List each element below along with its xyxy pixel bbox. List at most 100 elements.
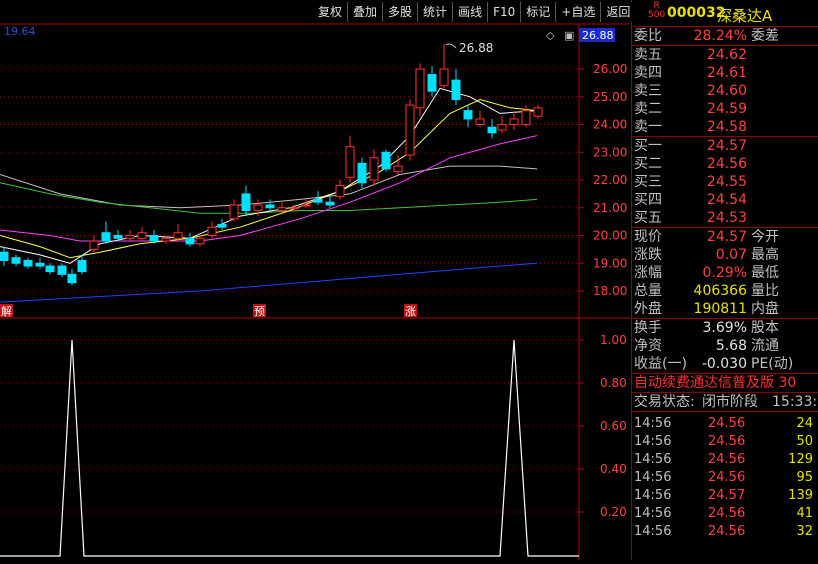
sell-order-label: 卖一 (634, 119, 662, 135)
price-tick-label: 18.00 (593, 284, 627, 298)
toolbar-button-4[interactable]: 画线 (452, 2, 488, 22)
trade-price: 24.56 (708, 416, 746, 431)
stat-row: 涨跌 0.07 最高 (632, 246, 818, 264)
candle-body (161, 237, 171, 242)
quote-panel: R 500 000032 深桑达A 委比 28.24% 委差 卖五 24.62 卖四… (631, 0, 818, 560)
status-time: 15:33:3 (772, 394, 818, 410)
trade-volume: 41 (796, 506, 813, 521)
trade-row[interactable]: 14:56 24.56 129 (632, 451, 818, 469)
toolbar-button-8[interactable]: 返回 (600, 2, 636, 22)
ind-tick-label: 0.20 (600, 505, 627, 519)
trade-time: 14:56 (634, 416, 672, 431)
kline-chart[interactable]: 26.00 25.00 24.00 23.00 22.00 21.00 20.00 19.00… (0, 0, 630, 560)
notice-text[interactable]: 自动续费通达信普及版 30 (632, 374, 818, 392)
candle-body (149, 235, 159, 242)
status-label: 交易状态: (634, 394, 695, 410)
notice-section[interactable]: 自动续费通达信普及版 30 (632, 374, 818, 393)
status-section: 交易状态: 闭市阶段 15:33:3 (632, 393, 818, 412)
candle-body (369, 157, 379, 181)
buy-order-row: 买一 24.57 (632, 137, 818, 155)
stat-label: 总量 (634, 283, 662, 299)
candle-body (265, 204, 275, 209)
marker-label[interactable]: 涨 (405, 305, 416, 318)
scale-toggle-icon[interactable]: ▣ (564, 29, 574, 42)
ind-tick-label: 1.00 (600, 333, 627, 347)
marker-label[interactable]: 解 (1, 304, 12, 318)
toolbar-button-0[interactable]: 复权 (313, 2, 348, 22)
stock-header: R 500 000032 深桑达A (632, 0, 818, 27)
buy-order-price: 24.55 (706, 174, 747, 190)
buy-order-label: 买五 (634, 210, 662, 226)
stats2-section: 换手 3.69% 股本 净资 5.68 流通 收益(一) -0.030 PE(动) (632, 319, 818, 374)
diamond-icon[interactable]: ◇ (546, 29, 555, 42)
stat-value: -0.030 (701, 356, 747, 372)
candle-body (357, 162, 367, 184)
trade-row[interactable]: 14:56 24.56 41 (632, 505, 818, 523)
buy-order-price: 24.53 (706, 210, 747, 226)
candle-body (217, 223, 227, 228)
stat-row: 现价 24.57 今开 (632, 228, 818, 246)
sell-orders: 卖五 24.62 卖四 24.61 卖三 24.60 卖二 24.59 卖一 24.58 (632, 46, 818, 137)
trade-volume: 129 (788, 452, 813, 467)
candle-body (497, 124, 507, 131)
toolbar: 复权 叠加 多股 统计 画线 F10 标记 +自选 返回 (313, 2, 636, 22)
trade-row[interactable]: 14:56 24.56 24 (632, 415, 818, 433)
stat-row: 收益(一) -0.030 PE(动) (632, 355, 818, 373)
candle-body (427, 74, 437, 92)
trade-row[interactable]: 14:56 24.56 32 (632, 523, 818, 541)
trade-row[interactable]: 14:56 24.56 95 (632, 469, 818, 487)
trade-row[interactable]: 14:56 24.57 139 (632, 487, 818, 505)
stat-label: 换手 (634, 320, 662, 336)
price-tick-label: 23.00 (593, 145, 627, 159)
candle-body (89, 240, 99, 250)
toolbar-button-3[interactable]: 统计 (417, 2, 453, 22)
toolbar-button-1[interactable]: 叠加 (347, 2, 383, 22)
candle-body (325, 201, 335, 206)
toolbar-button-5[interactable]: F10 (487, 2, 521, 22)
candle-body (229, 204, 239, 220)
buy-order-price: 24.56 (706, 156, 747, 172)
stats-section: 现价 24.57 今开 涨跌 0.07 最高 涨幅 0.29% 最低 总量 406366 量比 外盘 19… (632, 228, 818, 319)
buy-order-row: 买三 24.55 (632, 173, 818, 191)
candle-body (533, 107, 543, 117)
trade-list[interactable]: 14:56 24.56 24 14:56 24.56 50 14:56 24.56 129 14:… (632, 412, 818, 541)
candle-body (207, 226, 217, 237)
chart-background (0, 24, 630, 560)
candle-body (77, 259, 87, 273)
candle-body (23, 259, 33, 267)
candle-body (301, 204, 311, 207)
candle-body (463, 110, 473, 120)
weibi-row: 委比 28.24% 委差 (632, 27, 818, 45)
trade-row[interactable]: 14:56 24.56 50 (632, 433, 818, 451)
sell-order-label: 卖二 (634, 101, 662, 117)
stat-label2: 股本 (751, 320, 779, 336)
candle-body (381, 151, 391, 170)
toolbar-button-7[interactable]: +自选 (555, 2, 601, 22)
sell-order-row: 卖一 24.58 (632, 118, 818, 136)
chart-area[interactable]: 26.00 25.00 24.00 23.00 22.00 21.00 20.00 19.00… (0, 0, 636, 560)
badge-bottom: 500 (648, 10, 666, 20)
sell-order-label: 卖五 (634, 47, 662, 63)
candle-body (521, 110, 531, 125)
sell-order-row: 卖三 24.60 (632, 82, 818, 100)
stat-row: 换手 3.69% 股本 (632, 319, 818, 337)
stock-name: 深桑达A (717, 7, 773, 25)
toolbar-button-2[interactable]: 多股 (382, 2, 418, 22)
r-badge: R 500 (648, 2, 665, 20)
weibi-label: 委比 (634, 28, 662, 44)
buy-order-row: 买四 24.54 (632, 191, 818, 209)
stat-label2: 今开 (751, 229, 779, 245)
sell-order-price: 24.59 (706, 101, 747, 117)
stat-value: 5.68 (715, 338, 747, 354)
candle-body (125, 235, 135, 239)
status-value: 闭市阶段 (702, 394, 758, 410)
price-tick-label: 19.00 (593, 256, 627, 270)
max-price-label: 26.88 (459, 41, 493, 55)
candle-body (487, 126, 497, 134)
marker-label[interactable]: 预 (254, 305, 265, 318)
candle-body (35, 262, 45, 267)
toolbar-button-6[interactable]: 标记 (520, 2, 556, 22)
candle-body (137, 232, 147, 239)
trade-price: 24.57 (708, 488, 746, 503)
candle-body (439, 68, 449, 87)
